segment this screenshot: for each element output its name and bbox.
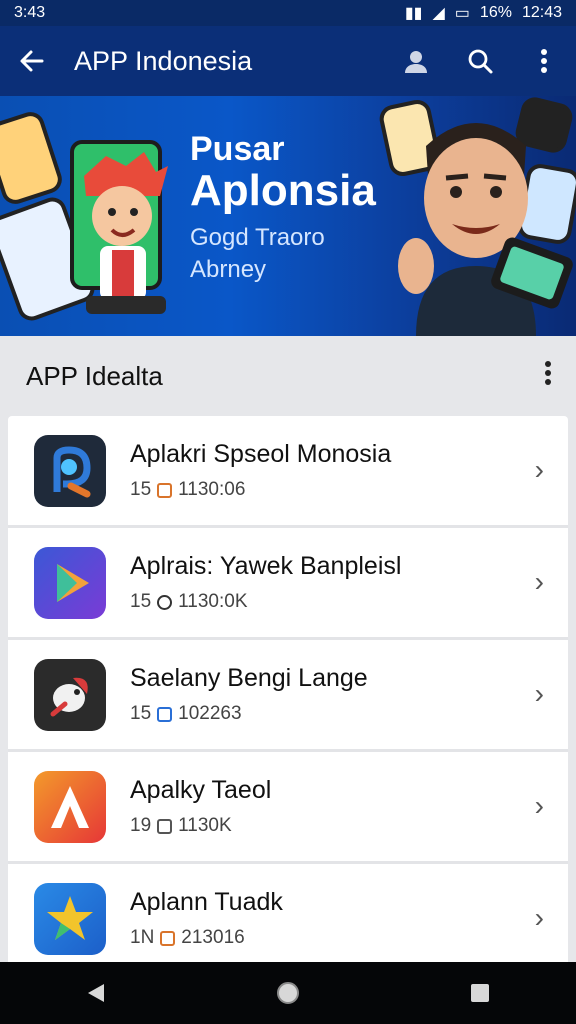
list-item[interactable]: Aplrais: Yawek Banpleisl 15 1130:0K › xyxy=(8,528,568,640)
list-item[interactable]: Aplann Tuadk 1N 213016 › xyxy=(8,864,568,973)
app-size: 102263 xyxy=(178,703,242,724)
battery-level: 16% xyxy=(479,4,512,21)
list-item[interactable]: Aplakri Spseol Monosia 15 1130:06 › xyxy=(8,416,568,528)
back-button[interactable] xyxy=(0,26,64,96)
account-icon xyxy=(405,51,427,73)
app-meta-count: 19 xyxy=(130,815,152,836)
app-icon-play xyxy=(34,546,106,619)
arrow-left-icon xyxy=(20,50,44,72)
banner-headline: Aplonsia xyxy=(190,166,376,215)
app-icon-letter-a xyxy=(34,770,106,843)
nav-back-icon xyxy=(88,984,104,1002)
wifi-icon: ◢ xyxy=(432,5,445,22)
app-icon-star xyxy=(34,882,106,955)
banner-line-3: Gogd Traoro xyxy=(190,224,325,251)
list-item[interactable]: Apalky Taeol 19 1130K › xyxy=(8,752,568,864)
nav-recents-button[interactable] xyxy=(460,973,500,1013)
signal-icon: ▮▮ xyxy=(404,5,423,22)
app-list: Aplakri Spseol Monosia 15 1130:06 › Aplr… xyxy=(8,416,568,973)
chevron-right-icon: › xyxy=(534,790,544,821)
chevron-right-icon: › xyxy=(534,678,544,709)
app-name: Aplann Tuadk xyxy=(130,888,283,916)
status-icons: ▮▮ ◢ ▭ 16% 12:43 xyxy=(405,3,562,23)
search-icon xyxy=(468,49,493,74)
section-title: APP Idealta xyxy=(26,360,163,391)
banner-line-4: Abrney xyxy=(190,256,267,283)
app-meta: 15 1130:0K xyxy=(130,591,568,613)
list-item-text: Aplakri Spseol Monosia 15 1130:06 xyxy=(130,440,568,501)
system-nav-bar xyxy=(0,962,576,1024)
more-vertical-icon xyxy=(541,49,547,73)
more-button[interactable] xyxy=(512,26,576,96)
promo-banner[interactable]: Pusar Aplonsia Gogd Traoro Abrney xyxy=(0,96,576,336)
app-meta: 1N 213016 xyxy=(130,927,568,949)
app-size: 1130K xyxy=(178,815,232,836)
app-icon-blue-p xyxy=(34,434,106,507)
nav-recents-icon xyxy=(471,984,489,1002)
app-name: Apalky Taeol xyxy=(130,776,272,804)
list-item-text: Apalky Taeol 19 1130K xyxy=(130,776,568,837)
app-size: 213016 xyxy=(181,927,245,948)
list-item-text: Aplrais: Yawek Banpleisl 15 1130:0K xyxy=(130,552,568,613)
app-bar: APP Indonesia xyxy=(0,26,576,96)
app-name: Saelany Bengi Lange xyxy=(130,664,368,692)
app-meta-count: 1N xyxy=(130,927,155,948)
more-vertical-icon xyxy=(545,361,551,385)
account-button[interactable] xyxy=(384,26,448,96)
app-meta: 19 1130K xyxy=(130,815,568,837)
section-menu-button[interactable] xyxy=(544,360,552,392)
chevron-right-icon: › xyxy=(534,902,544,933)
file-icon xyxy=(157,706,173,722)
list-item[interactable]: Saelany Bengi Lange 15 102263 › xyxy=(8,640,568,752)
nav-home-icon xyxy=(277,982,299,1004)
status-bar: 3:43 ▮▮ ◢ ▭ 16% 12:43 xyxy=(0,0,576,26)
app-size: 1130:06 xyxy=(178,479,246,500)
list-item-text: Saelany Bengi Lange 15 102263 xyxy=(130,664,568,725)
search-button[interactable] xyxy=(448,26,512,96)
app-meta-count: 15 xyxy=(130,479,152,500)
calendar-icon xyxy=(160,930,176,946)
status-clock: 12:43 xyxy=(521,4,562,21)
person-illustration xyxy=(398,123,573,336)
cartoon-character-illustration xyxy=(84,152,168,314)
chevron-right-icon: › xyxy=(534,566,544,597)
circle-icon xyxy=(157,594,173,610)
app-meta: 15 102263 xyxy=(130,703,568,725)
app-meta: 15 1130:06 xyxy=(130,479,568,501)
app-icon-bird xyxy=(34,658,106,731)
banner-line-1: Pusar xyxy=(190,130,285,168)
page-title: APP Indonesia xyxy=(74,45,253,76)
app-size: 1130:0K xyxy=(178,591,248,612)
user-icon xyxy=(157,818,173,834)
app-name: Aplrais: Yawek Banpleisl xyxy=(130,552,402,580)
list-item-text: Aplann Tuadk 1N 213016 xyxy=(130,888,568,949)
nav-home-button[interactable] xyxy=(268,973,308,1013)
download-icon xyxy=(157,482,173,498)
status-time: 3:43 xyxy=(14,4,46,21)
app-name: Aplakri Spseol Monosia xyxy=(130,440,392,468)
app-meta-count: 15 xyxy=(130,591,152,612)
battery-icon: ▭ xyxy=(454,5,470,22)
chevron-right-icon: › xyxy=(534,454,544,485)
section-header: APP Idealta xyxy=(0,336,576,416)
nav-back-button[interactable] xyxy=(76,973,116,1013)
app-meta-count: 15 xyxy=(130,703,152,724)
